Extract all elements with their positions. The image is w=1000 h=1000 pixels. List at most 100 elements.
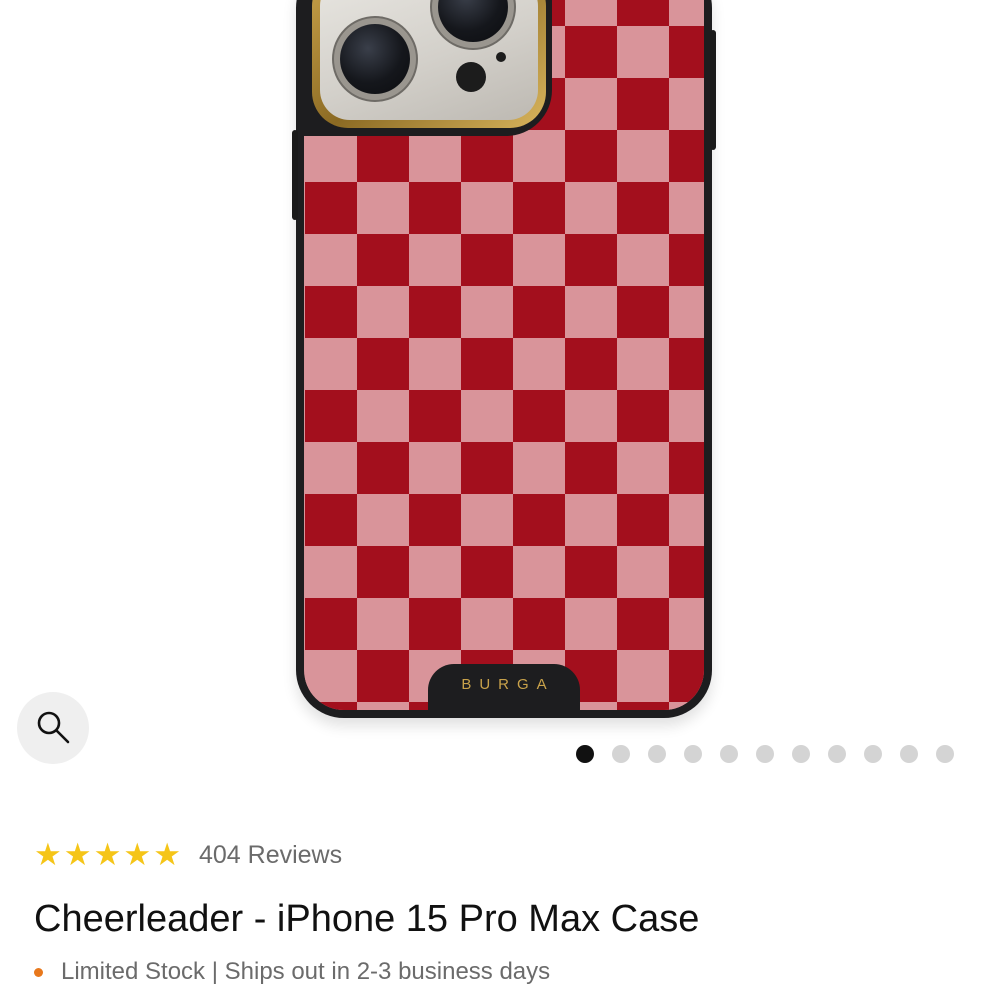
carousel-dot[interactable] xyxy=(864,745,882,763)
carousel-dot[interactable] xyxy=(828,745,846,763)
checker-square xyxy=(305,338,357,390)
stock-indicator-icon xyxy=(34,967,43,977)
checker-square xyxy=(565,182,617,234)
checker-square xyxy=(461,598,513,650)
checker-square xyxy=(669,234,704,286)
star-rating: ★ ★ ★ ★ ★ xyxy=(34,838,181,872)
checker-square xyxy=(565,494,617,546)
checker-square xyxy=(305,286,357,338)
search-icon xyxy=(37,711,70,744)
carousel-dot[interactable] xyxy=(648,745,666,763)
checker-square xyxy=(409,494,461,546)
zoom-button[interactable] xyxy=(17,692,89,764)
checker-square xyxy=(357,650,409,702)
carousel-dot[interactable] xyxy=(576,745,594,763)
checker-square xyxy=(565,546,617,598)
checker-square xyxy=(409,598,461,650)
star-icon: ★ xyxy=(63,837,92,873)
checker-square xyxy=(461,338,513,390)
checker-square xyxy=(357,390,409,442)
checker-square xyxy=(669,78,704,130)
checker-square xyxy=(409,338,461,390)
checker-square xyxy=(617,78,669,130)
brand-logo: BURGA xyxy=(461,676,555,693)
checker-square xyxy=(669,286,704,338)
carousel-dot[interactable] xyxy=(792,745,810,763)
carousel-dot[interactable] xyxy=(936,745,954,763)
checker-square xyxy=(565,130,617,182)
checker-square xyxy=(461,546,513,598)
checker-square xyxy=(617,702,669,710)
star-icon: ★ xyxy=(153,837,181,873)
checker-square xyxy=(357,546,409,598)
stock-status: Limited Stock | Ships out in 2-3 busines… xyxy=(34,958,550,986)
checker-square xyxy=(617,182,669,234)
checker-square xyxy=(305,650,357,702)
checker-square xyxy=(513,390,565,442)
checker-square xyxy=(461,442,513,494)
checker-square xyxy=(357,182,409,234)
checker-square xyxy=(617,650,669,702)
checker-square xyxy=(669,598,704,650)
checker-square xyxy=(669,494,704,546)
checker-square xyxy=(565,338,617,390)
checker-square xyxy=(461,494,513,546)
checker-square xyxy=(617,0,669,26)
checker-square xyxy=(513,338,565,390)
checker-square xyxy=(461,390,513,442)
checker-square xyxy=(409,546,461,598)
checker-square xyxy=(617,598,669,650)
checker-square xyxy=(565,78,617,130)
checker-square xyxy=(357,598,409,650)
checker-square xyxy=(669,546,704,598)
checker-square xyxy=(669,26,704,78)
checker-square xyxy=(669,0,704,26)
checker-square xyxy=(617,338,669,390)
volume-button xyxy=(292,130,298,220)
checker-square xyxy=(409,286,461,338)
checker-square xyxy=(305,598,357,650)
checker-square xyxy=(565,0,617,26)
flash-icon xyxy=(456,62,486,92)
carousel-dot[interactable] xyxy=(900,745,918,763)
checker-square xyxy=(513,442,565,494)
checker-square xyxy=(669,442,704,494)
checker-square xyxy=(305,494,357,546)
checker-square xyxy=(565,286,617,338)
checker-square xyxy=(617,234,669,286)
checker-square xyxy=(409,234,461,286)
checker-square xyxy=(617,442,669,494)
star-icon: ★ xyxy=(123,837,152,873)
checker-square xyxy=(513,234,565,286)
side-button xyxy=(710,30,716,150)
checker-square xyxy=(617,546,669,598)
checker-square xyxy=(513,130,565,182)
carousel-dot[interactable] xyxy=(756,745,774,763)
checker-square xyxy=(461,234,513,286)
checker-square xyxy=(305,390,357,442)
carousel-dot[interactable] xyxy=(720,745,738,763)
camera-lens-icon xyxy=(340,24,410,94)
product-image[interactable]: BURGA xyxy=(0,0,1000,730)
checker-square xyxy=(357,494,409,546)
checker-square xyxy=(617,286,669,338)
checker-square xyxy=(409,182,461,234)
carousel-dot[interactable] xyxy=(684,745,702,763)
checker-square xyxy=(513,494,565,546)
checker-square xyxy=(617,494,669,546)
checker-square xyxy=(305,546,357,598)
checker-square xyxy=(513,546,565,598)
checker-square xyxy=(669,130,704,182)
carousel-dots[interactable] xyxy=(576,745,954,763)
checker-square xyxy=(565,234,617,286)
product-page: BURGA ★ ★ ★ ★ ★ 404 Reviews Cheerleader - iP… xyxy=(0,0,1000,1000)
review-count[interactable]: 404 Reviews xyxy=(199,841,342,870)
sensor-icon xyxy=(496,52,506,62)
checker-square xyxy=(409,390,461,442)
checker-square xyxy=(513,598,565,650)
checker-square xyxy=(357,338,409,390)
checker-square xyxy=(357,130,409,182)
rating-row[interactable]: ★ ★ ★ ★ ★ 404 Reviews xyxy=(34,838,342,872)
carousel-dot[interactable] xyxy=(612,745,630,763)
checker-square xyxy=(513,286,565,338)
